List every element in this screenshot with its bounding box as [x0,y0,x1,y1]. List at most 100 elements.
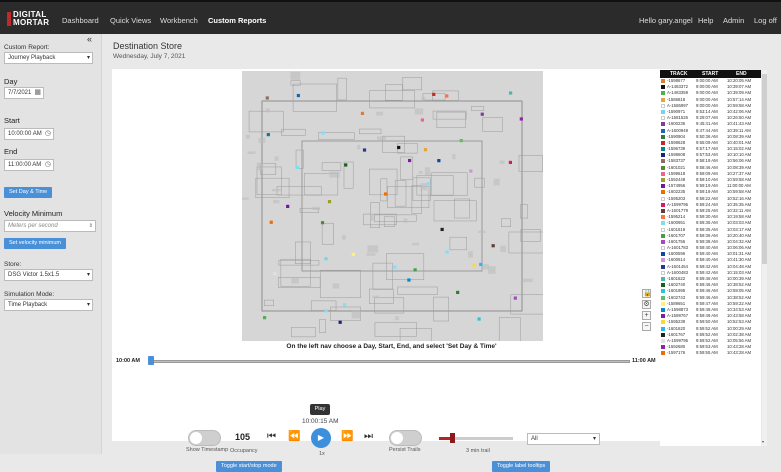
brand-logo[interactable]: DIGITAL MORTAR [7,10,49,30]
calendar-icon[interactable]: ▦ [34,88,41,98]
nav-logoff[interactable]: Log off [754,16,777,25]
track-dot[interactable] [456,290,460,295]
track-dot[interactable] [519,117,523,121]
end-label: End [4,147,18,156]
track-filter-select[interactable]: All ▾ [527,433,600,445]
set-velocity-button[interactable]: Set velocity minimum [4,238,66,249]
track-dot[interactable] [437,159,441,163]
track-dot[interactable] [423,148,428,152]
track-dot[interactable] [286,204,290,208]
track-dot[interactable] [432,92,436,96]
lock-icon[interactable]: 🔒 [642,289,652,298]
nav-admin[interactable]: Admin [723,16,744,25]
track-dot[interactable] [420,118,425,122]
skip-to-start-icon[interactable]: ⏮ [267,431,276,442]
rewind-icon[interactable]: ⏪ [288,431,300,442]
fast-forward-icon[interactable]: ⏩ [341,431,353,442]
track-dot[interactable] [477,317,481,321]
scrollbar-thumb[interactable] [762,74,767,264]
toggle-knob [391,432,403,444]
timeline-track[interactable] [150,360,630,363]
occupancy-label: Occupancy [230,448,258,454]
gear-icon[interactable]: ⚙ [642,300,651,309]
nav-help[interactable]: Help [698,16,713,25]
track-color-swatch [661,91,665,96]
track-dot[interactable] [413,268,417,272]
zoom-out-button[interactable]: − [642,322,651,331]
playback-speed[interactable]: 1x [319,451,325,457]
scroll-down-icon[interactable]: ▾ [762,439,764,444]
end-time-input[interactable]: 11:00:00 AM ◷ [4,159,54,171]
track-dot[interactable] [343,303,347,307]
day-input[interactable]: 7/7/2021 ▦ [4,87,44,99]
toggle-label-tooltips-button[interactable]: Toggle label tooltips [492,461,551,472]
store-select[interactable]: DSG Victor 1.5x1.5 ▾ [4,269,93,281]
track-dot[interactable] [479,262,483,267]
track-dot[interactable] [383,192,388,196]
track-dot[interactable] [344,163,348,167]
track-dot[interactable] [351,252,355,257]
persist-trails-toggle[interactable] [389,430,422,446]
start-time-input[interactable]: 10:00:00 AM ◷ [4,128,54,140]
track-dot[interactable] [397,145,401,150]
track-dot[interactable] [327,200,332,204]
track-dot[interactable] [440,227,444,232]
show-timestamp-toggle[interactable] [188,430,221,446]
track-dot[interactable] [508,160,513,165]
set-day-time-button[interactable]: Set Day & Time [4,187,53,198]
nav-custom-reports[interactable]: Custom Reports [208,16,266,25]
timeline-handle[interactable] [148,356,154,365]
track-dot[interactable] [407,158,412,163]
track-row[interactable]: -1597176 9:59:55 AM 10:43:28 AM [660,350,761,356]
track-dot[interactable] [513,296,517,300]
track-dot[interactable] [508,91,513,95]
clock-icon[interactable]: ◷ [45,129,51,139]
collapse-sidebar-icon[interactable]: « [87,34,92,44]
zoom-in-button[interactable]: + [642,311,651,320]
simulation-mode-select[interactable]: Time Playback ▾ [4,299,93,311]
track-dot[interactable] [324,309,328,313]
track-dot[interactable] [295,165,299,170]
track-dot[interactable] [321,131,325,135]
track-dot[interactable] [266,133,270,137]
toggle-start-stop-button[interactable]: Toggle start/stop mode [216,461,282,472]
nav-workbench[interactable]: Workbench [160,16,198,25]
track-dot[interactable] [324,257,328,261]
track-dot[interactable] [407,278,411,282]
track-dot[interactable] [362,148,367,152]
track-color-swatch [661,307,665,312]
track-dot[interactable] [269,220,273,224]
track-dot[interactable] [338,320,342,324]
nav-dashboard[interactable]: Dashboard [62,16,99,25]
track-dot[interactable] [426,182,430,186]
spinner-arrows-icon[interactable]: ⇕ [89,221,93,231]
track-dot[interactable] [265,96,269,100]
track-dot[interactable] [445,250,449,254]
track-dot[interactable] [360,111,365,116]
track-start: 9:59:55 AM [696,350,718,356]
track-dot[interactable] [459,139,463,143]
track-dot[interactable] [445,94,449,98]
track-dot[interactable] [393,265,397,269]
track-dot[interactable] [469,169,473,173]
track-dot[interactable] [472,263,476,267]
skip-to-end-icon[interactable]: ⏭ [364,431,373,442]
clock-icon[interactable]: ◷ [45,160,51,170]
velocity-input[interactable]: Meters per second ⇕ [4,220,96,232]
track-dot[interactable] [296,93,300,98]
custom-report-select[interactable]: Journey Playback ▾ [4,52,93,64]
play-button[interactable]: ▶ [311,428,331,448]
trail-length-handle[interactable] [450,433,456,443]
track-dot[interactable] [262,316,267,320]
track-dot[interactable] [320,221,325,225]
store-floor-map[interactable] [242,71,543,341]
track-dot[interactable] [480,112,484,116]
track-dot[interactable] [273,272,277,276]
nav-quick-views[interactable]: Quick Views [110,16,151,25]
top-nav-bar: DIGITAL MORTAR Dashboard Quick Views Wor… [0,0,781,34]
track-color-swatch [661,103,665,108]
track-color-swatch [661,264,665,269]
user-greeting[interactable]: Hello gary.angel [639,16,693,25]
track-dot[interactable] [491,244,495,248]
track-table-scrollbar[interactable]: ▾ [762,70,767,446]
